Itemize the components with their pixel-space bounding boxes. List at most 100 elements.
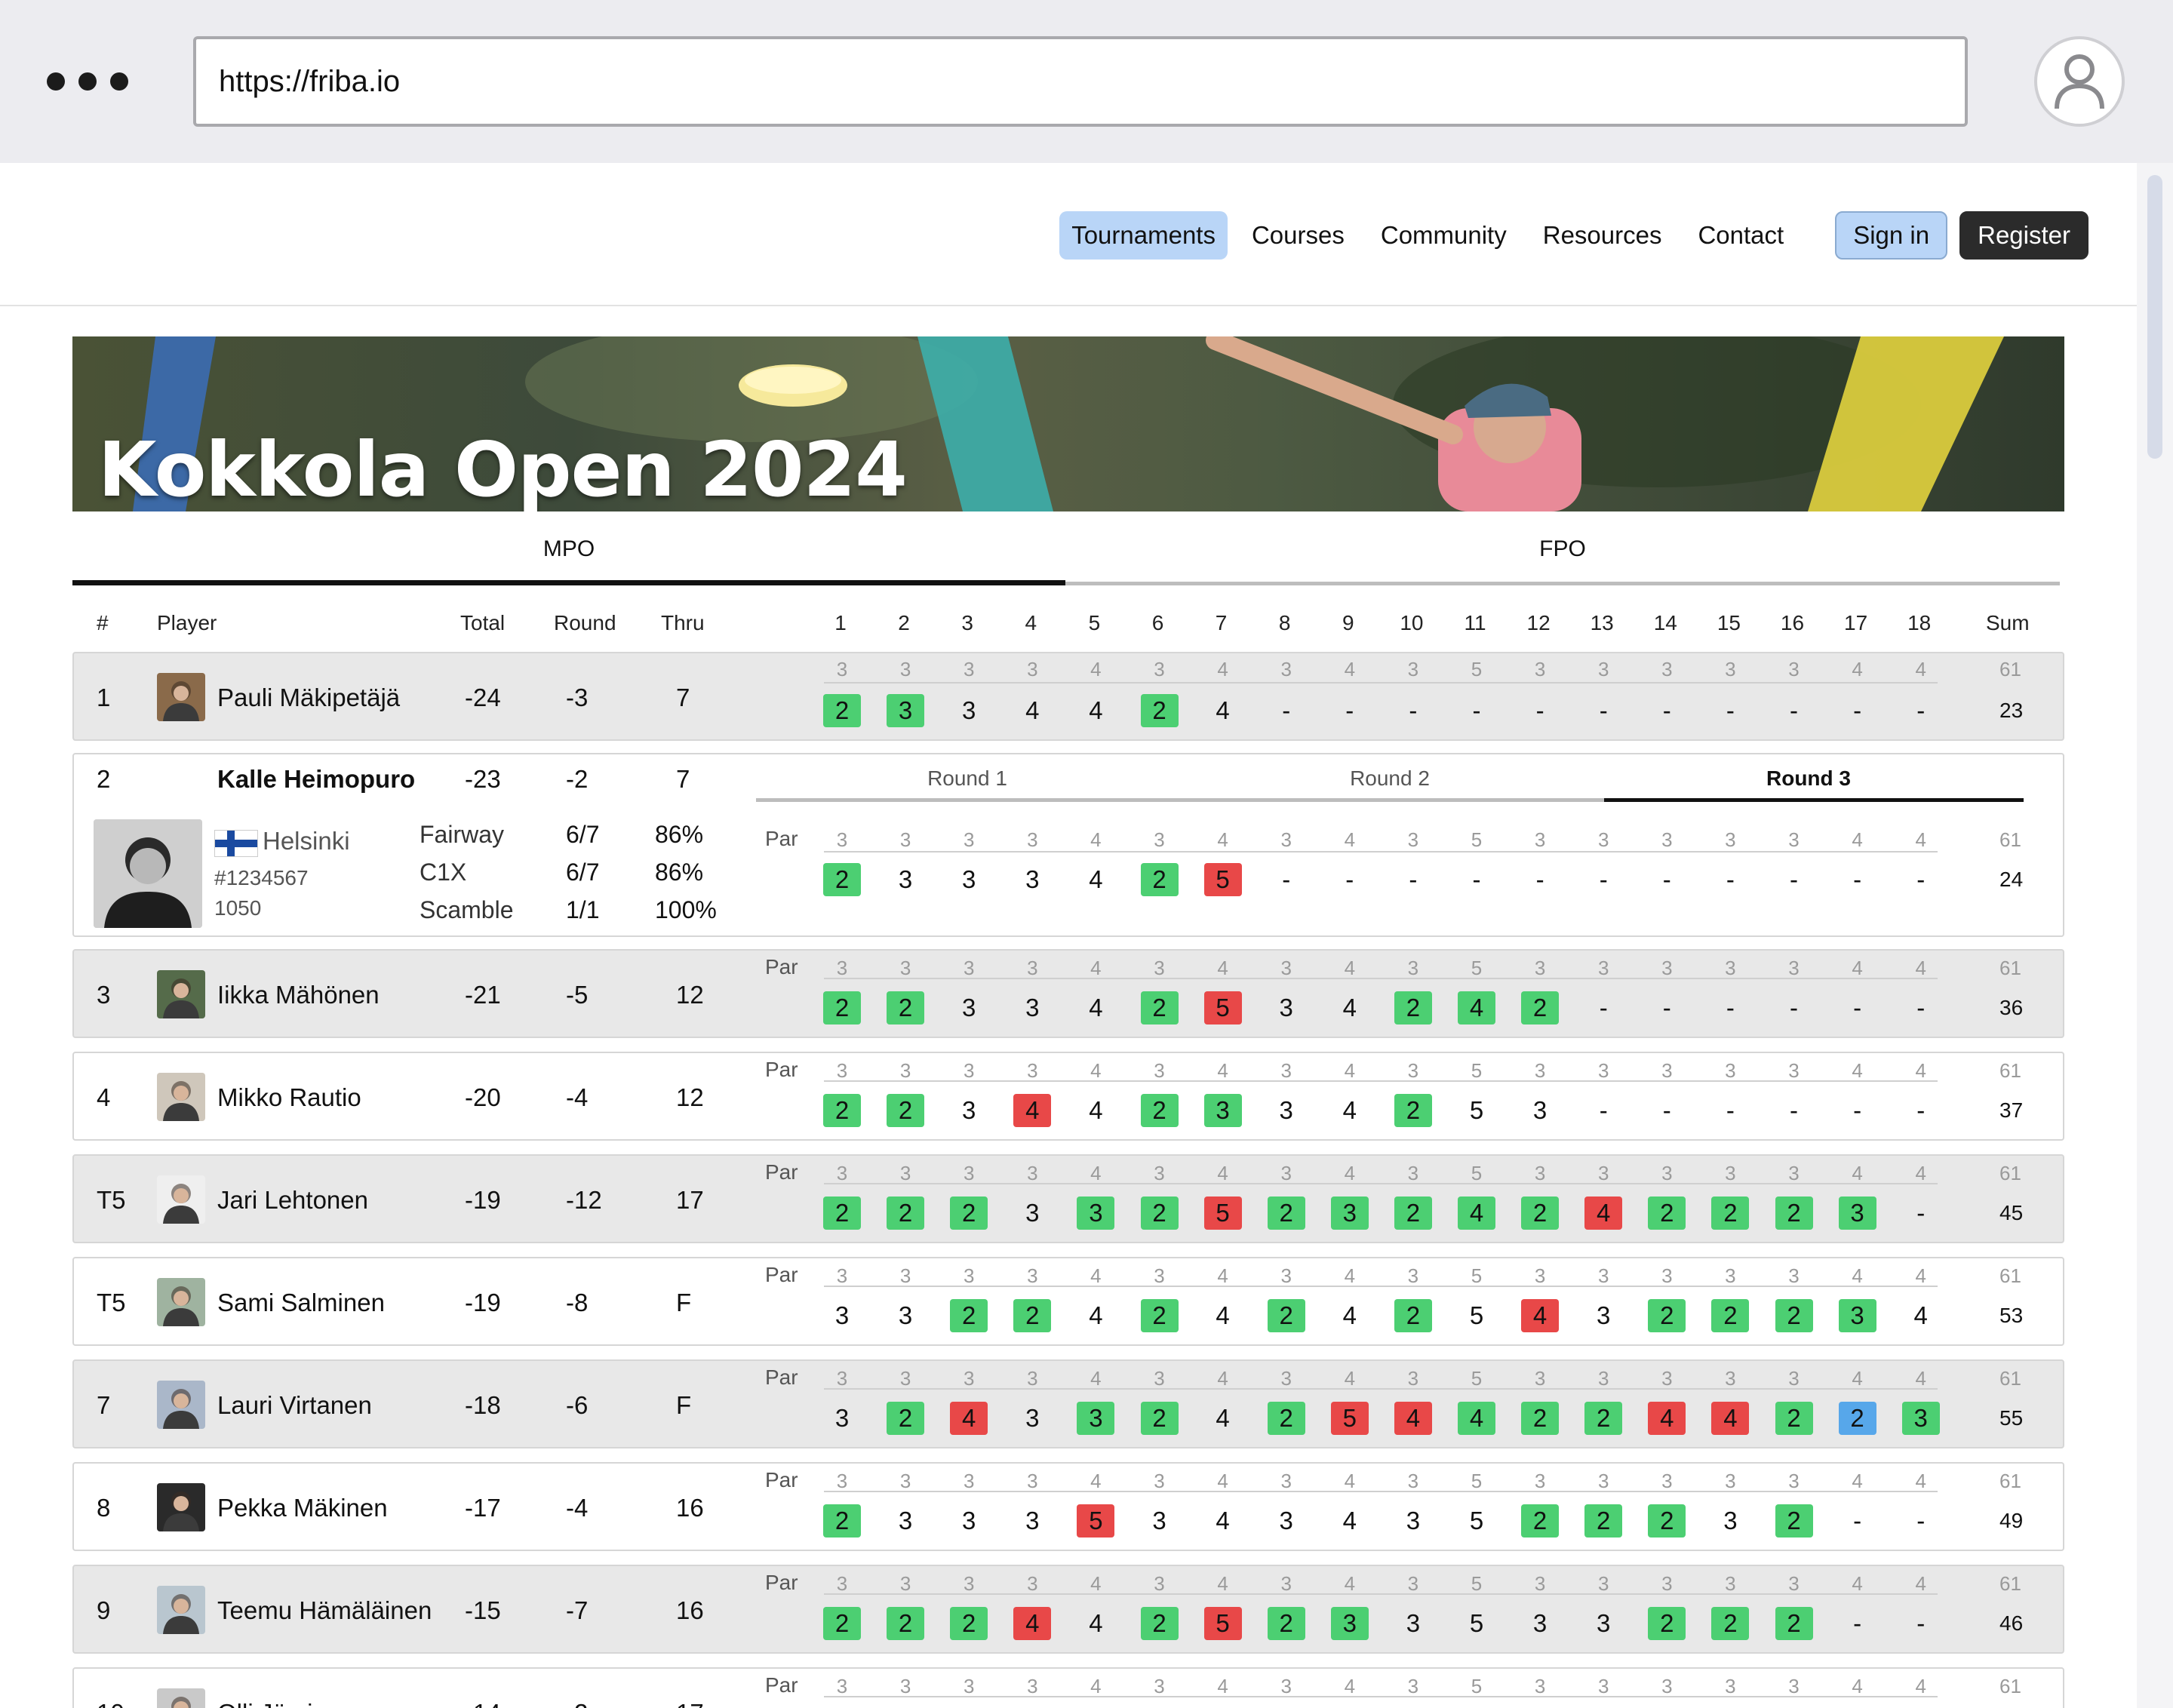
player-name[interactable]: Pauli Mäkipetäjä: [217, 684, 400, 712]
round-tab-1[interactable]: Round 1: [831, 766, 1103, 791]
leaderboard-row[interactable]: 10 Olli Järvinen -14 -2 17 Par 3 3 3 3 4 3 4 3 4 3 5 3 3 3 3…: [72, 1667, 2064, 1708]
scrollbar-thumb[interactable]: [2147, 175, 2162, 459]
player-name[interactable]: Sami Salminen: [217, 1289, 385, 1317]
hole-score: -: [1409, 696, 1418, 724]
hole-par: 4: [1217, 1572, 1228, 1595]
hole-score: 3: [1025, 1507, 1040, 1534]
par-total: 61: [1999, 828, 2021, 851]
hole-par: 5: [1471, 1059, 1483, 1082]
leaderboard-row[interactable]: 3 Iikka Mähönen -21 -5 12 Par 3 2 3 2 3 3 3 3 4 4 3 2 4 5 3 3…: [72, 949, 2064, 1038]
hole-score: 5: [1203, 1197, 1242, 1230]
window-menu-icon[interactable]: [47, 72, 128, 91]
hole-score: 2: [1521, 991, 1560, 1024]
hole-par: 3: [1597, 1470, 1609, 1492]
hole-score: 3: [1901, 1402, 1940, 1435]
player-name[interactable]: Olli Järvinen: [217, 1699, 355, 1708]
sign-in-button[interactable]: Sign in: [1835, 211, 1948, 260]
player-rank: T5: [97, 1186, 126, 1214]
site-nav: Tournaments Courses Community Resources …: [0, 163, 2137, 306]
hole-par: 3: [1534, 957, 1546, 979]
leaderboard-row[interactable]: 8 Pekka Mäkinen -17 -4 16 Par 3 2 3 3 3 3 3 3 4 5 3 3 4 4 3 3…: [72, 1462, 2064, 1551]
hole-par: 3: [1280, 1572, 1292, 1595]
hole-score: -: [1599, 994, 1608, 1021]
round-tab-2[interactable]: Round 2: [1254, 766, 1526, 791]
player-rating: 1050: [214, 896, 262, 920]
leaderboard-row[interactable]: 1 Pauli Mäkipetäjä -24 -3 7 3 2 3 3 3 3 3 4 4 4 3 2 4 4 3-4…: [72, 652, 2064, 741]
header-hole-3: 3: [961, 611, 973, 634]
hole-par: 3: [1597, 1675, 1609, 1697]
player-avatar: [157, 1688, 205, 1708]
hole-score: 4: [1342, 1301, 1357, 1329]
hole-score: 4: [1342, 994, 1357, 1021]
round-tab-3[interactable]: Round 3: [1673, 766, 1944, 791]
player-name[interactable]: Lauri Virtanen: [217, 1391, 372, 1420]
profile-icon[interactable]: [2034, 36, 2125, 127]
hole-score: 2: [1775, 1402, 1813, 1435]
register-button[interactable]: Register: [1959, 211, 2088, 260]
header-hole-10: 10: [1400, 611, 1424, 634]
hole-score: 3: [1025, 865, 1040, 893]
hole-score: -: [1472, 865, 1481, 893]
hole-par: 3: [1280, 1675, 1292, 1697]
player-name[interactable]: Jari Lehtonen: [217, 1186, 368, 1215]
nav-resources[interactable]: Resources: [1531, 211, 1674, 260]
hole-score: 2: [887, 1402, 925, 1435]
hole-par: 4: [1344, 1059, 1356, 1082]
stat-value: 6/7: [566, 859, 600, 886]
nav-community[interactable]: Community: [1369, 211, 1519, 260]
hole-score: 5: [1330, 1402, 1369, 1435]
hole-par: 3: [1788, 658, 1800, 680]
hole-score: 4: [1342, 1507, 1357, 1534]
player-rank: 10: [97, 1699, 124, 1708]
division-tabs: MPO FPO: [72, 528, 2060, 585]
hole-par: 3: [1597, 828, 1609, 851]
leaderboard-row[interactable]: T5 Sami Salminen -19 -8 F Par 3 3 3 3 3 2 3 2 4 4 3 2 4 4 3 2…: [72, 1257, 2064, 1346]
player-total: -21: [465, 981, 501, 1009]
leaderboard-row[interactable]: 4 Mikko Rautio -20 -4 12 Par 3 2 3 2 3 3 3 4 4 4 3 2 4 3 3 3 4…: [72, 1052, 2064, 1141]
header-hole-18: 18: [1907, 611, 1932, 634]
hole-score: 3: [1406, 1609, 1421, 1637]
hole-score: 2: [1775, 1607, 1813, 1640]
player-name[interactable]: Iikka Mähönen: [217, 981, 380, 1009]
leaderboard-row[interactable]: 9 Teemu Hämäläinen -15 -7 16 Par 3 2 3 2 3 2 3 4 4 4 3 2 4…: [72, 1565, 2064, 1654]
header-hole-4: 4: [1025, 611, 1037, 634]
hole-score: 2: [1394, 1197, 1432, 1230]
hole-par: 3: [1788, 828, 1800, 851]
hole-score: -: [1916, 1199, 1926, 1227]
player-name[interactable]: Teemu Hämäläinen: [217, 1596, 432, 1625]
hole-score: -: [1662, 865, 1671, 893]
header-hole-11: 11: [1464, 611, 1486, 634]
player-total: -20: [465, 1083, 501, 1111]
nav-courses[interactable]: Courses: [1240, 211, 1357, 260]
leaderboard-row[interactable]: 2 Kalle Heimopuro -23 -2 7 Round 1 Round 2 Roun…: [72, 753, 2064, 937]
leaderboard-row[interactable]: T5 Jari Lehtonen -19 -12 17 Par 3 2 3 2 3 2 3 3 4 3 3 2 4 5…: [72, 1154, 2064, 1243]
hole-par: 3: [836, 957, 848, 979]
par-divider: [824, 1183, 1938, 1184]
hole-score: -: [1916, 1507, 1926, 1534]
hole-par: 3: [1027, 957, 1038, 979]
nav-tournaments[interactable]: Tournaments: [1059, 211, 1228, 260]
player-round: -5: [566, 981, 589, 1009]
score-sum: 37: [1999, 1098, 2024, 1122]
hole-par: 4: [1090, 828, 1102, 851]
player-name[interactable]: Pekka Mäkinen: [217, 1494, 388, 1522]
header-hole-2: 2: [898, 611, 910, 634]
tab-fpo[interactable]: FPO: [1065, 528, 2060, 585]
url-bar[interactable]: https://friba.io: [193, 36, 1968, 127]
hole-par: 3: [1534, 1059, 1546, 1082]
player-avatar: [157, 1483, 205, 1531]
hole-par: 5: [1471, 1572, 1483, 1595]
player-avatar: [157, 1073, 205, 1121]
hole-score: 3: [834, 1301, 850, 1329]
score-sum: 36: [1999, 996, 2024, 1019]
hole-par: 3: [963, 1470, 975, 1492]
player-name[interactable]: Kalle Heimopuro: [217, 765, 415, 794]
score-sum: 46: [1999, 1611, 2024, 1635]
hole-par: 4: [1217, 1675, 1228, 1697]
tab-mpo[interactable]: MPO: [72, 528, 1065, 585]
player-name[interactable]: Mikko Rautio: [217, 1083, 361, 1112]
leaderboard-header: # Player Total Round Thru 1 2 3 4 5 6 7 8 9 10 11 1…: [0, 611, 2137, 641]
player-round: -8: [566, 1289, 589, 1316]
nav-contact[interactable]: Contact: [1686, 211, 1796, 260]
leaderboard-row[interactable]: 7 Lauri Virtanen -18 -6 F Par 3 3 3 2 3 4 3 3 4 3 3 2 4 4 3 2…: [72, 1359, 2064, 1448]
